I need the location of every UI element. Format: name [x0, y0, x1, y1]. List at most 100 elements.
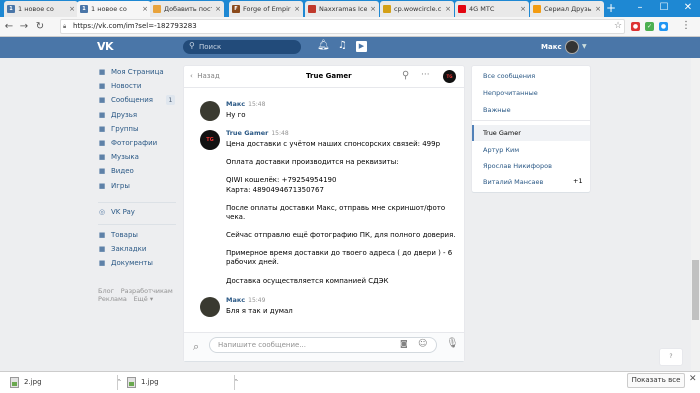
close-tab-icon[interactable]: ×: [595, 5, 601, 13]
message-author[interactable]: Макс 15:48: [226, 100, 265, 108]
bookmarks-icon: ■: [98, 245, 106, 254]
message-text: QIWI кошелёк: +79254954190: [226, 176, 337, 185]
message-avatar[interactable]: TG: [200, 130, 220, 150]
menu-dots-icon[interactable]: ⋮: [681, 20, 691, 31]
scrollbar-thumb[interactable]: [692, 260, 699, 320]
dialog-item[interactable]: Ярослав Никифоров: [483, 162, 552, 170]
footer-link-ads[interactable]: Реклама: [98, 295, 127, 303]
extension-icon[interactable]: ●: [659, 22, 668, 31]
message-avatar[interactable]: [200, 101, 220, 121]
nav-item[interactable]: ■ Видео: [98, 165, 134, 177]
search-icon: ⚲: [189, 41, 195, 50]
microphone-icon[interactable]: 🎙︎: [446, 338, 459, 349]
play-icon[interactable]: ▶: [356, 41, 367, 52]
message-text: После оплаты доставки Макс, отправь мне …: [226, 203, 446, 212]
browser-tab[interactable]: 4G МТС ×: [455, 1, 529, 17]
help-badge[interactable]: ?: [660, 349, 682, 365]
nav-item-vkpay[interactable]: ◎ VK Pay: [98, 206, 135, 218]
search-input[interactable]: Поиск: [183, 40, 301, 54]
dialog-item[interactable]: Виталий Мансаев: [483, 178, 543, 186]
footer-link-more[interactable]: Ещё: [134, 295, 148, 303]
tab-title: Сериал Друзья: [544, 5, 593, 13]
nav-item-label: Сообщения: [111, 96, 154, 105]
nav-item[interactable]: ■ Друзья: [98, 109, 137, 121]
close-tab-icon[interactable]: ×: [142, 5, 148, 13]
download-item[interactable]: 2.jpg ^: [10, 373, 122, 391]
close-tab-icon[interactable]: ×: [520, 5, 526, 13]
tab-title: 1 новое со: [91, 5, 127, 13]
dialog-item[interactable]: True Gamer: [483, 129, 521, 137]
browser-tab[interactable]: 11 новое со ×: [77, 1, 151, 17]
nav-item-label: Новости: [111, 82, 142, 91]
nav-item[interactable]: ■ Новости: [98, 80, 142, 92]
dialog-item[interactable]: Артур Ким: [483, 146, 519, 154]
search-icon[interactable]: ⚲: [402, 70, 409, 81]
show-all-button[interactable]: Показать все: [627, 373, 685, 388]
download-item[interactable]: 1.jpg ^: [127, 373, 239, 391]
filter-all-messages[interactable]: Все сообщения: [483, 72, 535, 80]
star-icon[interactable]: ☆: [614, 21, 622, 31]
new-tab-button[interactable]: +: [604, 2, 618, 16]
nav-item[interactable]: ■ Музыка: [98, 151, 139, 163]
reload-icon[interactable]: ↻: [34, 20, 46, 33]
nav-item[interactable]: ■ Закладки: [98, 243, 147, 255]
browser-tab[interactable]: 11 новое со ×: [4, 1, 78, 17]
nav-item[interactable]: ■ Товары: [98, 229, 138, 241]
scrollbar[interactable]: [691, 58, 700, 371]
chat-avatar[interactable]: TG: [443, 70, 456, 83]
download-filename: 1.jpg: [141, 378, 159, 386]
message-author[interactable]: True Gamer 15:48: [226, 129, 289, 137]
browser-tab[interactable]: F Forge of Empir ×: [229, 1, 303, 17]
username[interactable]: Макс: [541, 43, 562, 51]
minimize-button[interactable]: –: [628, 0, 652, 17]
photos-icon: ■: [98, 139, 106, 147]
browser-tab[interactable]: Сериал Друзья ×: [530, 1, 604, 17]
author-name: Макс: [226, 100, 246, 108]
chevron-down-icon[interactable]: ▾: [148, 295, 153, 303]
camera-icon[interactable]: ◙: [400, 339, 408, 348]
paperclip-icon[interactable]: ⌕: [193, 340, 199, 354]
back-arrow-icon[interactable]: ←: [3, 20, 15, 33]
close-tab-icon[interactable]: ×: [445, 5, 451, 13]
divider: [234, 375, 235, 390]
music-icon: ■: [98, 153, 106, 162]
more-icon[interactable]: ···: [421, 70, 430, 80]
nav-item[interactable]: ■ Игры: [98, 180, 130, 192]
message-author[interactable]: Макс 15:49: [226, 296, 265, 304]
extension-icon[interactable]: ●: [631, 22, 640, 31]
close-icon[interactable]: ✕: [689, 374, 697, 384]
divider: [98, 224, 176, 225]
close-window-button[interactable]: ✕: [676, 0, 700, 17]
bell-icon[interactable]: 🔔︎: [317, 40, 330, 51]
filter-important[interactable]: Важные: [483, 106, 511, 114]
avatar[interactable]: [565, 40, 579, 54]
footer-link-blog[interactable]: Блог: [98, 287, 114, 295]
nav-item[interactable]: ■ Фотографии: [98, 137, 157, 149]
favicon-icon: F: [232, 5, 240, 13]
music-icon[interactable]: ♫: [338, 40, 347, 51]
footer-link-developers[interactable]: Разработчикам: [121, 287, 173, 295]
nav-item[interactable]: ■ Группы: [98, 123, 139, 135]
back-button[interactable]: ‹ Назад: [190, 72, 220, 80]
news-icon: ■: [98, 82, 106, 91]
message-avatar[interactable]: [200, 297, 220, 317]
vk-logo[interactable]: VK: [97, 40, 114, 53]
close-tab-icon[interactable]: ×: [69, 5, 75, 13]
nav-item[interactable]: ■ Документы: [98, 257, 153, 269]
browser-tab[interactable]: cp.wowcircle.c ×: [380, 1, 454, 17]
smile-icon[interactable]: ☺: [418, 339, 427, 349]
nav-item[interactable]: ■ Моя Страница: [98, 66, 164, 78]
chevron-down-icon[interactable]: ▼: [582, 43, 587, 50]
forward-arrow-icon[interactable]: →: [18, 20, 30, 33]
extension-icon[interactable]: ✓: [645, 22, 654, 31]
chat-title[interactable]: True Gamer: [306, 72, 352, 80]
browser-tab[interactable]: Добавить пост ×: [150, 1, 224, 17]
url-input[interactable]: https://vk.com/im?sel=-182793283: [60, 19, 625, 34]
browser-tab[interactable]: Naxxramas Ice ×: [305, 1, 379, 17]
maximize-button[interactable]: ☐: [652, 0, 676, 17]
filter-unread[interactable]: Непрочитанные: [483, 89, 538, 97]
close-tab-icon[interactable]: ×: [370, 5, 376, 13]
close-tab-icon[interactable]: ×: [215, 5, 221, 13]
close-tab-icon[interactable]: ×: [294, 5, 300, 13]
nav-item[interactable]: ■ Сообщения: [98, 94, 153, 106]
